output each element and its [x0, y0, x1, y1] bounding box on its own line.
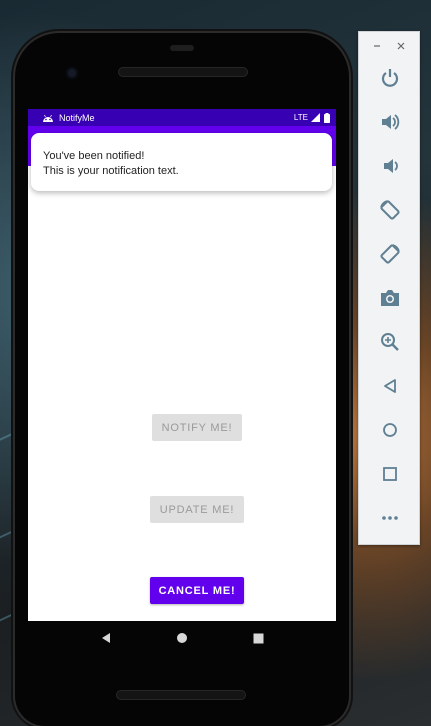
status-bar: NotifyMe LTE [28, 109, 336, 126]
signal-icon [311, 113, 320, 122]
bottom-speaker [116, 690, 246, 700]
panel-home-button[interactable] [359, 410, 421, 450]
back-icon [384, 379, 396, 393]
rotate-right-button[interactable] [359, 234, 421, 274]
power-icon [381, 69, 399, 87]
notification-text: This is your notification text. [43, 165, 179, 177]
home-icon [383, 423, 397, 437]
power-button[interactable] [359, 58, 421, 98]
rotate-left-icon [380, 200, 400, 220]
close-icon[interactable] [396, 41, 406, 51]
camera-icon [381, 290, 399, 306]
panel-back-button[interactable] [359, 366, 421, 406]
recents-icon[interactable] [253, 633, 264, 644]
emulator-control-panel [358, 31, 420, 545]
notification-title: You've been notified! [43, 150, 145, 162]
home-icon[interactable] [176, 632, 188, 644]
front-camera [66, 67, 78, 79]
zoom-icon [381, 333, 399, 351]
volume-up-button[interactable] [359, 102, 421, 142]
zoom-button[interactable] [359, 322, 421, 362]
panel-overview-button[interactable] [359, 454, 421, 494]
rotate-left-button[interactable] [359, 190, 421, 230]
rotate-right-icon [380, 244, 400, 264]
more-options-button[interactable] [359, 498, 421, 538]
back-icon[interactable] [100, 632, 112, 644]
status-app-name: NotifyMe [59, 112, 95, 123]
notification-heads-up[interactable]: You've been notified! This is your notif… [31, 133, 332, 191]
screenshot-button[interactable] [359, 278, 421, 318]
volume-down-icon [384, 159, 398, 173]
volume-up-icon [382, 114, 400, 130]
android-icon [43, 114, 53, 122]
phone-top-slit [170, 45, 194, 51]
battery-icon [324, 112, 330, 123]
more-icon [382, 516, 398, 520]
notify-button[interactable]: NOTIFY ME! [152, 414, 242, 441]
android-nav-bar [28, 621, 336, 655]
panel-window-controls [359, 32, 419, 60]
device-screen: NotifyMe LTE You've been notified! This … [28, 109, 336, 621]
update-button[interactable]: UPDATE ME! [150, 496, 244, 523]
volume-down-button[interactable] [359, 146, 421, 186]
cancel-button[interactable]: CANCEL ME! [150, 577, 244, 604]
phone-frame: NotifyMe LTE You've been notified! This … [15, 33, 349, 726]
minimize-icon[interactable] [372, 41, 382, 51]
overview-icon [383, 467, 397, 481]
top-speaker [118, 67, 248, 77]
network-type: LTE [293, 113, 308, 122]
